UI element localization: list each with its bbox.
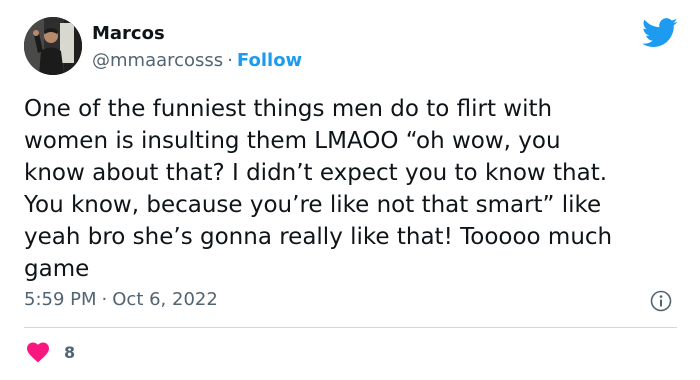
heart-icon[interactable] <box>26 341 50 363</box>
follow-button[interactable]: Follow <box>237 50 302 71</box>
info-icon[interactable] <box>650 290 672 312</box>
author-handle[interactable]: @mmaarcosss <box>92 50 223 71</box>
divider <box>24 327 677 328</box>
tweet-date[interactable]: Oct 6, 2022 <box>112 289 218 310</box>
twitter-bird-icon[interactable] <box>642 18 678 48</box>
separator-dot: · <box>227 50 233 71</box>
tweet-card: Marcos @mmaarcosss · Follow One of the fun… <box>0 0 700 380</box>
tweet-time[interactable]: 5:59 PM <box>24 289 97 310</box>
timestamp-separator: · <box>101 289 108 310</box>
like-action[interactable]: 8 <box>26 340 75 364</box>
like-count: 8 <box>64 342 76 362</box>
tweet-text: One of the funniest things men do to fli… <box>24 96 613 282</box>
tweet-timestamp[interactable]: 5:59 PM · Oct 6, 2022 <box>24 288 218 312</box>
avatar[interactable] <box>24 17 82 75</box>
author-meta: @mmaarcosss · Follow <box>92 49 302 73</box>
author-name[interactable]: Marcos <box>92 22 165 46</box>
